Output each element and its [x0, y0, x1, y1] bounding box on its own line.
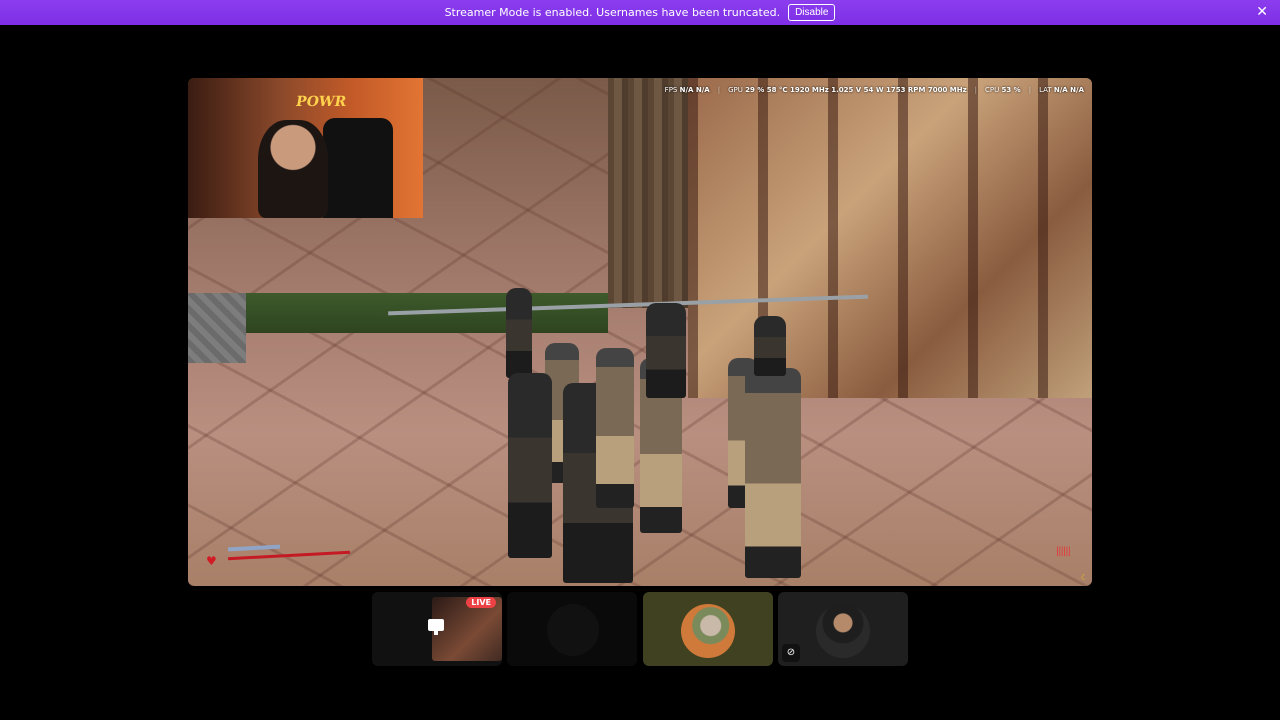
cpu-label: CPU: [985, 86, 1000, 94]
building-wall: [688, 78, 1092, 398]
cpu-values: 53 %: [1001, 86, 1021, 94]
disable-streamer-mode-button[interactable]: Disable: [788, 4, 836, 21]
gpu-values: 29 % 58 °C 1920 MHz 1.025 V 54 W 1753 RP…: [745, 86, 967, 94]
performance-overlay: FPS N/A N/A | GPU 29 % 58 °C 1920 MHz 1.…: [664, 86, 1084, 94]
moon-icon: ☾: [1080, 573, 1088, 582]
webcam-overlay: POWR: [188, 78, 423, 218]
voice-indicator-icon: ||||||: [1055, 546, 1071, 557]
avatar: [547, 604, 599, 656]
participant-tile[interactable]: [643, 592, 773, 666]
close-icon[interactable]: ✕: [1256, 4, 1268, 20]
character: [508, 373, 552, 558]
main-stream-view[interactable]: POWR FPS N/A N/A | GPU 29 % 58 °C 1920 M…: [188, 78, 1092, 586]
participant-tile[interactable]: [507, 592, 637, 666]
character: [596, 348, 634, 508]
avatar: [816, 604, 870, 658]
fps-values: N/A N/A: [679, 86, 710, 94]
participant-tile[interactable]: ⊘: [778, 592, 908, 666]
armor-bar: [227, 544, 281, 552]
character: [506, 288, 532, 378]
monitor-icon: [428, 619, 444, 635]
character: [754, 316, 786, 376]
fps-label: FPS: [664, 86, 678, 94]
avatar: [681, 604, 735, 658]
neon-logo: POWR: [294, 94, 348, 110]
gpu-label: GPU: [728, 86, 743, 94]
lat-label: LAT: [1039, 86, 1052, 94]
streamer: [258, 120, 328, 218]
character: [745, 368, 801, 578]
character: [646, 303, 686, 398]
health-bar: [228, 550, 350, 561]
live-badge: LIVE: [466, 597, 496, 608]
stone-wall: [188, 293, 246, 363]
participant-tile-screen-share[interactable]: LIVE: [372, 592, 502, 666]
chair: [323, 118, 393, 218]
camera-off-icon: ⊘: [782, 644, 800, 662]
banner-message: Streamer Mode is enabled. Usernames have…: [444, 6, 781, 19]
streamer-mode-banner: Streamer Mode is enabled. Usernames have…: [0, 0, 1280, 25]
heart-icon: ♥: [206, 554, 217, 568]
lat-values: N/A N/A: [1053, 86, 1084, 94]
